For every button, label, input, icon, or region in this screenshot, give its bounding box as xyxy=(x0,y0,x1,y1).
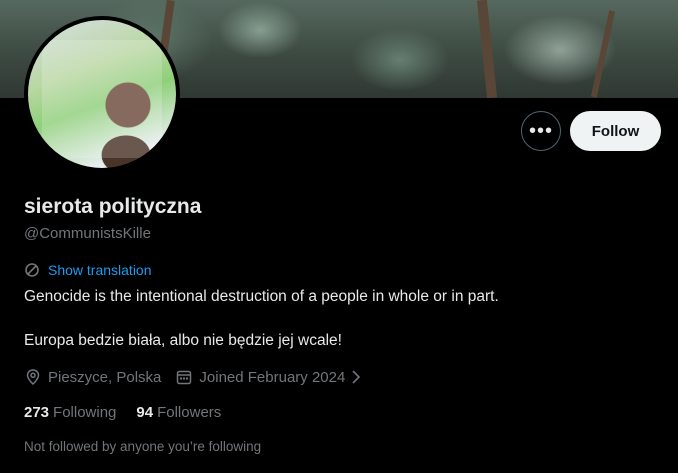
chevron-right-icon xyxy=(352,370,361,384)
profile-avatar[interactable] xyxy=(24,16,180,172)
more-icon: ••• xyxy=(528,119,553,142)
follow-stats: 273 Following 94 Followers xyxy=(24,404,241,421)
location-text: Pieszyce, Polska xyxy=(48,368,162,386)
following-label: Following xyxy=(53,404,117,421)
following-count: 273 xyxy=(24,404,50,421)
profile-meta: Pieszyce, Polska Joined February 2024 xyxy=(24,368,383,386)
followers-count: 94 xyxy=(136,404,154,421)
show-translation-label: Show translation xyxy=(48,262,152,278)
followers-label: Followers xyxy=(157,404,222,421)
location-item: Pieszyce, Polska xyxy=(24,368,161,386)
joined-text: Joined February 2024 xyxy=(199,368,346,386)
not-followed-text: Not followed by anyone you’re following xyxy=(24,439,262,454)
joined-item[interactable]: Joined February 2024 xyxy=(175,368,369,386)
following-link[interactable]: 273 Following xyxy=(24,404,116,421)
bio-line-2: Europa bedzie biała, albo nie będzie jej… xyxy=(24,332,342,349)
calendar-icon xyxy=(177,370,192,385)
more-options-button[interactable]: ••• xyxy=(521,111,561,151)
user-handle: @CommunistsKille xyxy=(24,225,151,242)
followers-link[interactable]: 94 Followers xyxy=(136,404,221,421)
translate-icon xyxy=(25,263,39,277)
bio-line-1: Genocide is the intentional destruction … xyxy=(24,288,499,305)
show-translation-link[interactable]: Show translation xyxy=(24,262,152,278)
follow-button[interactable]: Follow xyxy=(570,111,661,151)
display-name: sierota polityczna xyxy=(24,195,202,218)
location-pin-icon xyxy=(26,369,40,386)
